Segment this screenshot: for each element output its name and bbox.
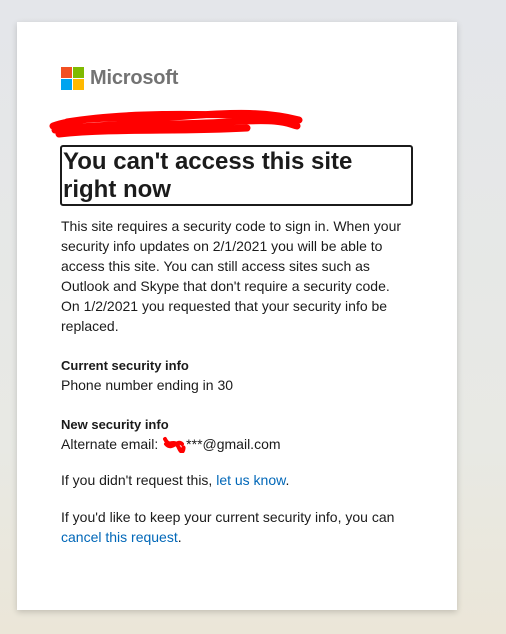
redacted-email-scribble	[163, 437, 186, 453]
page-title-box: You can't access this site right now	[60, 145, 413, 206]
description-text: This site requires a security code to si…	[61, 218, 402, 294]
not-requested-text: If you didn't request this, let us know.	[61, 472, 290, 488]
request-date-text: On 1/2/2021 you requested that your secu…	[61, 298, 388, 334]
sign-in-card: Microsoft You can't access this site rig…	[17, 22, 457, 610]
page-title: You can't access this site right now	[63, 148, 353, 203]
cancel-request-link[interactable]: cancel this request	[61, 529, 178, 545]
new-security-info-label: New security info	[61, 417, 169, 432]
let-us-know-link[interactable]: let us know	[216, 472, 285, 488]
redacted-account-scribble	[49, 109, 303, 138]
message-body: This site requires a security code to si…	[61, 216, 411, 547]
microsoft-logo: Microsoft	[61, 66, 178, 90]
current-security-info-value: Phone number ending in 30	[61, 377, 234, 393]
alternate-email-prefix: Alternate email:	[61, 436, 163, 452]
keep-current-text: If you'd like to keep your current secur…	[61, 509, 395, 545]
new-security-info-value: Alternate email: ***@gmail.com	[61, 434, 411, 454]
microsoft-logo-text: Microsoft	[90, 66, 179, 89]
alternate-email-value: ***@gmail.com	[186, 436, 281, 452]
current-security-info-label: Current security info	[61, 358, 189, 373]
microsoft-logo-icon	[61, 66, 84, 90]
